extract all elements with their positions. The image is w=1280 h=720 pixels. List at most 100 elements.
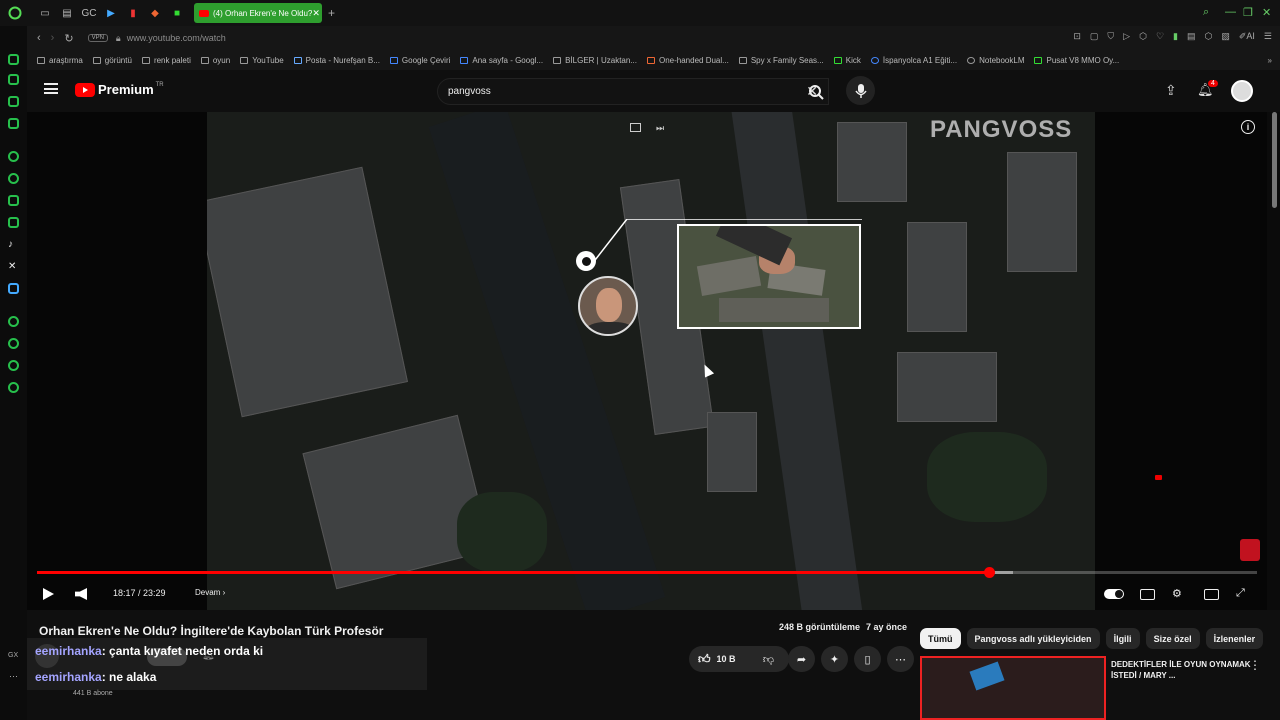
url-field[interactable]: www.youtube.com/watch xyxy=(127,33,226,43)
sidebar-app-icon[interactable] xyxy=(8,54,19,65)
autoplay-toggle[interactable] xyxy=(1104,589,1124,599)
more-icon[interactable]: ⋯ xyxy=(9,671,18,682)
video-player[interactable]: ⏭ PANGVOSS i 18:17 / 23:29 Devam › ⚙ ⤢ xyxy=(27,112,1267,610)
ask-ai-button[interactable]: ✦ xyxy=(821,646,848,672)
tab-active-youtube[interactable]: (4) Orhan Ekren'e Ne Oldu? ✕ xyxy=(194,3,322,23)
extension-icon[interactable]: ▤ xyxy=(1187,31,1196,42)
camera-icon[interactable]: ⊡ xyxy=(1073,31,1081,42)
tab-icon[interactable]: GC xyxy=(82,6,97,20)
sidebar-app-icon[interactable] xyxy=(8,118,19,129)
bookmarks-overflow-icon[interactable]: » xyxy=(1268,56,1272,65)
tab-close-icon[interactable]: ✕ xyxy=(312,8,320,19)
more-actions-button[interactable]: ⋯ xyxy=(887,646,914,672)
sidebar-app-icon[interactable] xyxy=(8,151,19,162)
recommended-video-thumbnail[interactable] xyxy=(920,656,1106,720)
tiktok-icon[interactable]: ♪ xyxy=(8,239,19,250)
extension-icon[interactable]: ▧ xyxy=(1221,31,1230,42)
chip-all[interactable]: Tümü xyxy=(920,628,961,649)
share-button[interactable]: ➦ xyxy=(788,646,815,672)
reload-icon[interactable]: ↻ xyxy=(64,32,73,45)
tab-icon[interactable]: ■ xyxy=(170,6,184,20)
channel-corner-logo[interactable] xyxy=(1240,539,1260,561)
bookmark-item[interactable]: Posta - Nurefşan B... xyxy=(293,56,380,65)
ai-icon[interactable]: ✐AI xyxy=(1239,31,1255,42)
chip-related[interactable]: İlgili xyxy=(1105,628,1140,649)
vpn-badge[interactable]: VPN xyxy=(87,34,108,42)
page-scrollbar[interactable] xyxy=(1272,112,1277,208)
youtube-logo[interactable]: Premium TR xyxy=(75,82,164,97)
save-button[interactable]: ▯ xyxy=(854,646,881,672)
heart-icon[interactable]: ♡ xyxy=(1156,31,1164,42)
view-stats[interactable]: 248 B görüntüleme 7 ay önce xyxy=(779,622,913,632)
puzzle-icon[interactable]: ⬡ xyxy=(1205,31,1213,42)
info-icon[interactable]: i xyxy=(1241,120,1255,134)
tab-icon[interactable]: ▶ xyxy=(104,6,118,20)
bookmark-item[interactable]: Spy x Family Seas... xyxy=(738,56,824,65)
sidebar-app-icon[interactable] xyxy=(8,283,19,294)
maximize-icon[interactable]: ❐ xyxy=(1243,6,1253,19)
sidebar-app-icon[interactable] xyxy=(8,74,19,85)
shield-icon[interactable]: ⛉ xyxy=(1107,31,1114,42)
bookmark-item[interactable]: Google Çeviri xyxy=(389,56,450,65)
bookmark-item[interactable]: Pusat V8 MMO Oy... xyxy=(1034,56,1119,65)
bookmark-item[interactable]: YouTube xyxy=(240,56,284,65)
minimize-icon[interactable]: — xyxy=(1225,6,1236,18)
settings-icon[interactable] xyxy=(8,382,19,393)
bookmark-item[interactable]: Kick xyxy=(833,56,861,65)
settings-gear-icon[interactable]: ⚙ xyxy=(1172,586,1182,600)
sidebar-app-icon[interactable] xyxy=(8,96,19,107)
tab-icon[interactable]: ▤ xyxy=(60,6,74,20)
miniplayer-icon[interactable] xyxy=(630,123,641,132)
back-icon[interactable]: ‹ xyxy=(37,32,41,44)
play-button[interactable] xyxy=(43,588,54,600)
upload-icon[interactable]: ⇪ xyxy=(1165,82,1177,99)
cube-icon[interactable]: ⬡ xyxy=(1139,31,1147,42)
search-button[interactable] xyxy=(799,78,833,105)
bookmark-item[interactable]: Ana sayfa - Googl... xyxy=(460,56,543,65)
player-icon[interactable] xyxy=(8,316,19,327)
video-frame-aerial-view[interactable] xyxy=(207,112,1095,610)
dislike-button[interactable]: 👎︎ xyxy=(755,646,782,672)
recommended-video-title[interactable]: DEDEKTİFLER İLE OYUN OYNAMAK İSTEDİ / MA… xyxy=(1111,659,1251,681)
discord-icon[interactable] xyxy=(8,195,19,206)
messages-icon[interactable] xyxy=(8,360,19,371)
progress-bar[interactable] xyxy=(37,567,1257,578)
bookmark-item[interactable]: oyun xyxy=(200,56,230,65)
opera-gx-logo-icon[interactable] xyxy=(8,6,22,20)
fullscreen-icon[interactable]: ⤢ xyxy=(1236,586,1245,600)
chip-watched[interactable]: İzlenenler xyxy=(1205,628,1264,649)
recommended-more-icon[interactable]: ⋮ xyxy=(1249,658,1261,672)
tab-icon[interactable]: ◆ xyxy=(148,6,162,20)
bookmark-item[interactable]: araştırma xyxy=(37,56,83,65)
extension-icon[interactable]: ▮ xyxy=(1173,31,1178,42)
x-twitter-icon[interactable]: ✕ xyxy=(8,261,19,272)
whatsapp-icon[interactable] xyxy=(8,173,19,184)
voice-search-button[interactable] xyxy=(846,76,875,105)
tab-icon[interactable]: ▭ xyxy=(38,6,52,20)
theater-mode-icon[interactable] xyxy=(1204,589,1219,600)
volume-icon[interactable] xyxy=(75,588,87,600)
chip-from-uploader[interactable]: Pangvoss adlı yükleyiciden xyxy=(966,628,1100,649)
channel-watermark[interactable]: PANGVOSS xyxy=(930,116,1072,144)
forward-icon[interactable]: › xyxy=(51,32,55,44)
close-window-icon[interactable]: ✕ xyxy=(1262,6,1271,19)
skip-icon[interactable]: ⏭ xyxy=(656,123,664,134)
bookmark-item[interactable]: One-handed Dual... xyxy=(646,56,729,65)
continue-chapter-button[interactable]: Devam › xyxy=(195,588,225,597)
bookmark-item[interactable]: NotebookLM xyxy=(967,56,1024,65)
play-icon[interactable]: ▷ xyxy=(1123,31,1130,42)
gx-label[interactable]: GX xyxy=(8,652,18,659)
history-icon[interactable] xyxy=(8,338,19,349)
instagram-icon[interactable] xyxy=(8,217,19,228)
bookmark-item[interactable]: görüntü xyxy=(92,56,132,65)
progress-scrubber[interactable] xyxy=(983,567,995,578)
search-input[interactable]: pangvoss ✕ xyxy=(437,78,829,105)
bookmark-item[interactable]: renk paleti xyxy=(141,56,191,65)
bookmark-item[interactable]: İspanyolca A1 Eğiti... xyxy=(870,56,957,65)
new-tab-button[interactable]: + xyxy=(328,6,335,20)
search-tabs-icon[interactable]: ⌕ xyxy=(1203,6,1209,19)
subtitles-icon[interactable] xyxy=(1140,589,1155,600)
bookmark-item[interactable]: BİLGER | Uzaktan... xyxy=(553,56,637,65)
chip-for-you[interactable]: Size özel xyxy=(1145,628,1200,649)
menu-icon[interactable] xyxy=(44,83,58,94)
